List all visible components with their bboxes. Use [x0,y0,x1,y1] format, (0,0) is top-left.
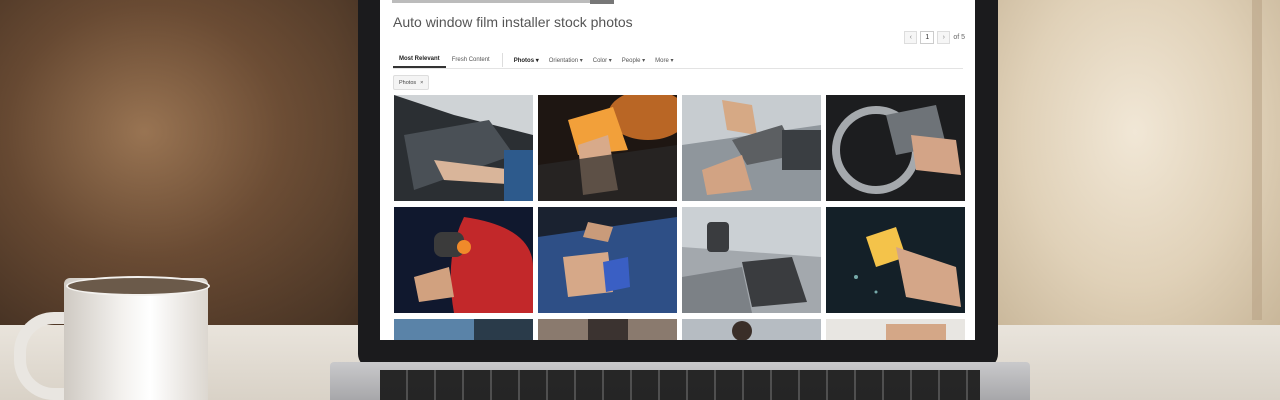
coffee-mug [64,278,208,400]
photo-heat-gun-car[interactable] [394,207,533,313]
photo-image [394,95,533,201]
dropdown-more[interactable]: More ▾ [650,52,678,68]
search-input[interactable] [392,0,612,3]
photo-image [538,95,677,201]
dropdown-people[interactable]: People ▾ [617,52,650,68]
page-title: Auto window film installer stock photos [393,14,633,30]
photo-partial[interactable] [394,319,533,340]
filter-divider [501,53,503,67]
search-button[interactable] [590,0,614,4]
background-window-light [990,0,1280,330]
photo-partial[interactable] [538,319,677,340]
photo-grid [394,95,965,340]
tab-most-relevant[interactable]: Most Relevant [393,52,446,68]
laptop-screen: Auto window film installer stock photos … [380,0,975,340]
laptop-keyboard [380,370,980,400]
photo-image [826,95,965,201]
photo-heat-gun-rear-window[interactable] [682,207,821,313]
tab-fresh-content[interactable]: Fresh Content [446,52,496,68]
photo-partial[interactable] [682,319,821,340]
dropdown-orientation[interactable]: Orientation ▾ [544,52,588,68]
photo-image [682,207,821,313]
photo-image [826,207,965,313]
photo-image [394,319,533,340]
prev-page-button[interactable]: ‹ [904,31,918,44]
photo-squeegee-on-glass[interactable] [538,95,677,201]
photo-blue-car-squeegee[interactable] [538,207,677,313]
background-window-frame [1252,0,1262,320]
photo-yellow-squeegee-glass[interactable] [826,207,965,313]
photo-image [682,319,821,340]
photo-partial[interactable] [826,319,965,340]
photo-image [394,207,533,313]
chip-remove-icon[interactable]: × [420,80,423,86]
photo-image [538,207,677,313]
chevron-left-icon: ‹ [909,34,912,41]
active-filter-chip[interactable]: Photos × [393,75,430,90]
photo-image [826,319,965,340]
photo-car-window-tinting[interactable] [394,95,533,201]
dropdown-color[interactable]: Color ▾ [588,52,617,68]
mug-rim [66,276,210,296]
chip-label: Photos [399,79,417,86]
photo-steering-wheel-window[interactable] [826,95,965,201]
page-number-input[interactable]: 1 [920,31,935,44]
dropdown-photos[interactable]: Photos ▾ [509,52,544,68]
pagination: ‹ 1 › of 5 [904,31,965,44]
photo-image [682,95,821,201]
next-page-button[interactable]: › [937,31,951,44]
page-total-label: of 5 [953,34,965,41]
filter-bar: Most Relevant Fresh Content Photos ▾ Ori… [393,52,963,69]
photo-cutting-film[interactable] [682,95,821,201]
photo-image [538,319,677,340]
chevron-right-icon: › [942,34,945,41]
